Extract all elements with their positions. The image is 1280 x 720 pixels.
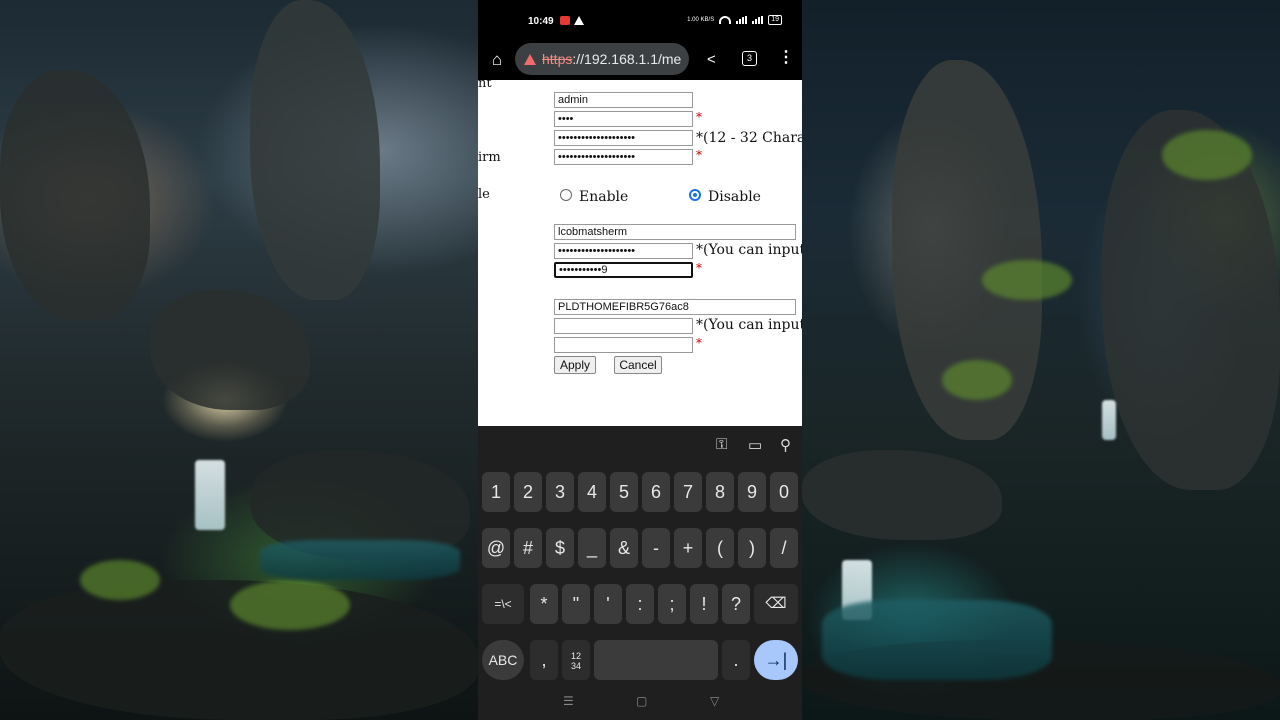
browser-toolbar: ⌂ https://192.168.1.1/me < 3 ⋮ — [478, 40, 802, 80]
app-notification-icon — [560, 16, 570, 25]
label-cut-confirm: irm — [478, 150, 501, 165]
card-icon[interactable]: ▭ — [748, 436, 762, 454]
new-password-input[interactable]: •••••••••••••••••••• — [554, 130, 693, 146]
background-left-scenery — [0, 0, 478, 720]
confirm-password-input[interactable]: •••••••••••••••••••• — [554, 149, 693, 165]
location-pin-icon[interactable]: ⚲ — [780, 436, 791, 454]
share-icon[interactable]: < — [707, 51, 716, 68]
cancel-button[interactable]: Cancel — [614, 356, 662, 374]
back-icon[interactable]: ▽ — [710, 694, 719, 708]
key-plus[interactable]: + — [674, 528, 702, 568]
status-time: 10:49 — [528, 16, 554, 27]
backspace-icon: ⌫ — [765, 595, 787, 612]
old-password-input[interactable]: •••• — [554, 111, 693, 127]
label-cut-account: nt — [478, 80, 492, 91]
key-minus[interactable]: - — [642, 528, 670, 568]
status-indicators: 1.00 KB/S 19 — [687, 15, 782, 25]
phone-screen: 10:49 1.00 KB/S 19 ⌂ https://192.168.1.1… — [478, 0, 802, 720]
system-nav-bar: ☰ ▢ ▽ — [478, 684, 802, 720]
apply-button[interactable]: Apply — [554, 356, 596, 374]
required-mark: * — [696, 336, 702, 350]
username-input[interactable]: admin — [554, 92, 693, 108]
network-speed: 1.00 KB/S — [687, 17, 715, 23]
key-paren-open[interactable]: ( — [706, 528, 734, 568]
required-mark: * — [696, 110, 702, 124]
tabs-icon[interactable]: 3 — [742, 51, 757, 66]
battery-icon: 19 — [768, 15, 782, 25]
url-host: ://192.168.1.1/me — [572, 51, 682, 67]
notification-icons — [560, 16, 584, 25]
key-dollar[interactable]: $ — [546, 528, 574, 568]
key-asterisk[interactable]: * — [530, 584, 558, 624]
background-right-scenery — [802, 0, 1280, 720]
autofill-toolbar: ⚿ ▭ ⚲ — [478, 426, 802, 465]
key-9[interactable]: 9 — [738, 472, 766, 512]
numpad-key[interactable]: 12 34 — [562, 640, 590, 680]
required-mark: * — [696, 148, 702, 162]
key-2[interactable]: 2 — [514, 472, 542, 512]
key-question[interactable]: ? — [722, 584, 750, 624]
signal-icon-2 — [752, 16, 764, 24]
key-hash[interactable]: # — [514, 528, 542, 568]
url-text: https://192.168.1.1/me — [542, 51, 681, 67]
home-nav-icon[interactable]: ▢ — [636, 694, 647, 708]
address-bar[interactable]: https://192.168.1.1/me — [515, 43, 689, 75]
signal-icon — [736, 16, 748, 24]
router-settings-page: nt admin •••• * •••••••••••••••••••• *(1… — [478, 80, 802, 426]
key-4[interactable]: 4 — [578, 472, 606, 512]
key-icon[interactable]: ⚿ — [716, 436, 727, 453]
wifi-5g-confirm-password-input[interactable] — [554, 337, 693, 353]
more-symbols-key[interactable]: =\< — [482, 584, 524, 624]
wifi-5g-password-input[interactable] — [554, 318, 693, 334]
key-at[interactable]: @ — [482, 528, 510, 568]
home-icon[interactable]: ⌂ — [488, 51, 506, 69]
wifi-confirm-password-input[interactable]: •••••••••••9 — [554, 262, 693, 278]
key-0[interactable]: 0 — [770, 472, 798, 512]
required-mark: * — [696, 261, 702, 275]
ssid-5g-input[interactable]: PLDTHOMEFIBR5G76ac8 — [554, 299, 796, 315]
key-5[interactable]: 5 — [610, 472, 638, 512]
key-exclamation[interactable]: ! — [690, 584, 718, 624]
space-key[interactable] — [594, 640, 718, 680]
key-3[interactable]: 3 — [546, 472, 574, 512]
wifi-5g-password-note: *(You can input — [696, 317, 802, 333]
label-cut-mode: le — [478, 187, 490, 202]
enable-label: Enable — [579, 189, 629, 205]
disable-label: Disable — [708, 189, 761, 205]
key-double-quote[interactable]: " — [562, 584, 590, 624]
disable-radio[interactable] — [689, 189, 701, 201]
tab-arrow-icon: →| — [764, 650, 788, 670]
wifi-password-input[interactable]: •••••••••••••••••••• — [554, 243, 693, 259]
warning-icon[interactable] — [524, 53, 536, 65]
key-slash[interactable]: / — [770, 528, 798, 568]
abc-key[interactable]: ABC — [482, 640, 524, 680]
new-password-note: *(12 - 32 Charact — [696, 130, 802, 146]
recents-icon[interactable]: ☰ — [563, 694, 574, 708]
key-8[interactable]: 8 — [706, 472, 734, 512]
wifi-password-note: *(You can input — [696, 242, 802, 258]
key-semicolon[interactable]: ; — [658, 584, 686, 624]
key-colon[interactable]: : — [626, 584, 654, 624]
key-paren-close[interactable]: ) — [738, 528, 766, 568]
ssid-input[interactable]: lcobmatsherm — [554, 224, 796, 240]
key-period[interactable]: . — [722, 640, 750, 680]
symbol-keyboard: 1 2 3 4 5 6 7 8 9 0 @ # $ _ & - + ( ) / … — [478, 464, 802, 684]
next-field-key[interactable]: →| — [754, 640, 798, 680]
key-7[interactable]: 7 — [674, 472, 702, 512]
key-underscore[interactable]: _ — [578, 528, 606, 568]
key-ampersand[interactable]: & — [610, 528, 638, 568]
wifi-icon — [719, 16, 732, 24]
enable-radio[interactable] — [560, 189, 572, 201]
alert-icon — [574, 16, 584, 25]
numpad-label: 12 34 — [570, 651, 581, 672]
menu-icon[interactable]: ⋮ — [778, 49, 794, 67]
url-scheme: https — [542, 51, 573, 67]
key-comma[interactable]: , — [530, 640, 558, 680]
status-bar: 10:49 1.00 KB/S 19 — [478, 0, 802, 40]
key-single-quote[interactable]: ' — [594, 584, 622, 624]
backspace-key[interactable]: ⌫ — [754, 584, 798, 624]
key-6[interactable]: 6 — [642, 472, 670, 512]
key-1[interactable]: 1 — [482, 472, 510, 512]
